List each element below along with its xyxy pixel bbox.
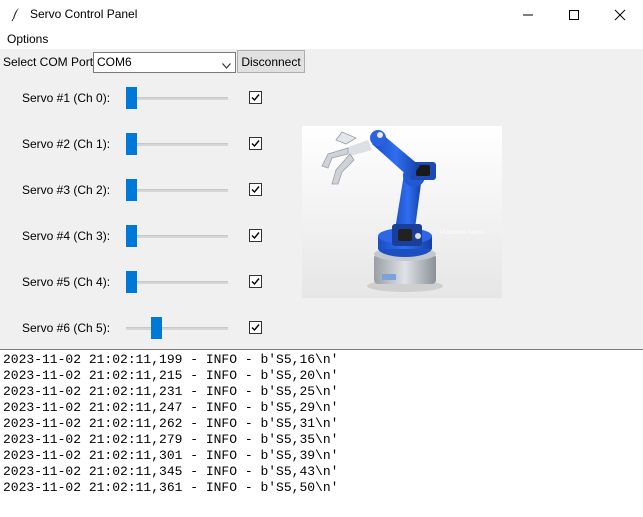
close-button[interactable] [597,0,643,29]
slider-thumb[interactable] [126,133,137,155]
servo-row: Servo #2 (Ch 1): [0,129,300,159]
servo-label: Servo #1 (Ch 0): [22,91,111,105]
window-title: Servo Control Panel [30,7,138,21]
title-bar: Servo Control Panel [0,0,643,29]
check-icon [251,140,260,148]
servo-row: Servo #3 (Ch 2): [0,175,300,205]
menu-options[interactable]: Options [7,32,48,46]
slider-thumb[interactable] [126,271,137,293]
log-line: 2023-11-02 21:02:11,279 - INFO - b'S5,35… [3,432,339,447]
servo-row: Servo #1 (Ch 0): [0,83,300,113]
maximize-icon [569,10,579,20]
com-port-value: COM6 [97,55,132,69]
servo-slider[interactable] [126,175,228,205]
log-line: 2023-11-02 21:02:11,215 - INFO - b'S5,20… [3,368,339,383]
slider-track [126,189,228,192]
slider-thumb[interactable] [126,225,137,247]
slider-track [126,281,228,284]
menu-bar: Options [0,29,643,49]
servo-row: Servo #4 (Ch 3): [0,221,300,251]
servo-label: Servo #5 (Ch 4): [22,275,111,289]
servo-label: Servo #4 (Ch 3): [22,229,111,243]
servo-slider[interactable] [126,83,228,113]
check-icon [251,324,260,332]
minimize-icon [523,14,533,16]
maximize-button[interactable] [551,0,597,29]
com-port-select[interactable]: COM6 [93,52,236,73]
close-icon [614,9,626,21]
servo-label: Servo #6 (Ch 5): [22,321,111,335]
log-line: 2023-11-02 21:02:11,247 - INFO - b'S5,29… [3,400,339,415]
servo-enable-checkbox[interactable] [249,183,262,196]
chevron-down-icon [222,58,231,72]
robot-arm-image: PCB3000 Servo [302,126,502,298]
servo-enable-checkbox[interactable] [249,229,262,242]
log-line: 2023-11-02 21:02:11,345 - INFO - b'S5,43… [3,464,339,479]
check-icon [251,94,260,102]
servo-enable-checkbox[interactable] [249,137,262,150]
slider-track [126,235,228,238]
check-icon [251,278,260,286]
slider-track [126,327,228,330]
minimize-button[interactable] [505,0,551,29]
slider-thumb[interactable] [126,87,137,109]
servo-slider[interactable] [126,129,228,159]
robot-watermark: PCB3000 Servo [440,230,484,236]
log-output[interactable]: 2023-11-02 21:02:11,199 - INFO - b'S5,16… [0,349,643,517]
log-line: 2023-11-02 21:02:11,301 - INFO - b'S5,39… [3,448,339,463]
check-icon [251,232,260,240]
servo-enable-checkbox[interactable] [249,91,262,104]
servo-enable-checkbox[interactable] [249,275,262,288]
servo-label: Servo #2 (Ch 1): [22,137,111,151]
servo-slider[interactable] [126,313,228,343]
servo-slider[interactable] [126,267,228,297]
com-port-label: Select COM Port: [3,55,97,69]
servo-row: Servo #6 (Ch 5): [0,313,300,343]
slider-track [126,97,228,100]
servo-label: Servo #3 (Ch 2): [22,183,111,197]
log-line: 2023-11-02 21:02:11,231 - INFO - b'S5,25… [3,384,339,399]
disconnect-button[interactable]: Disconnect [237,50,305,73]
feather-icon [8,6,24,22]
log-line: 2023-11-02 21:02:11,199 - INFO - b'S5,16… [3,352,339,367]
log-line: 2023-11-02 21:02:11,361 - INFO - b'S5,50… [3,480,339,495]
slider-track [126,143,228,146]
log-line: 2023-11-02 21:02:11,262 - INFO - b'S5,31… [3,416,339,431]
slider-thumb[interactable] [126,179,137,201]
servo-slider[interactable] [126,221,228,251]
slider-thumb[interactable] [151,317,162,339]
servo-row: Servo #5 (Ch 4): [0,267,300,297]
servo-enable-checkbox[interactable] [249,321,262,334]
check-icon [251,186,260,194]
disconnect-label: Disconnect [241,55,301,69]
